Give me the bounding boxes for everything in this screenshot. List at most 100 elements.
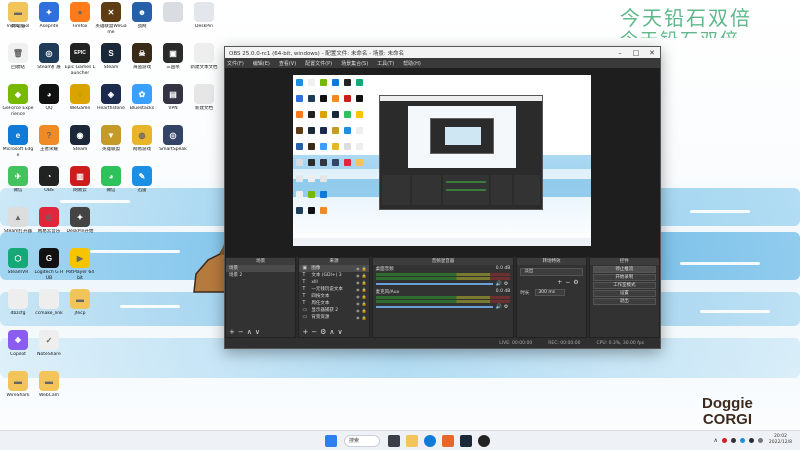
- desktop-icon[interactable]: ✈ 微信: [2, 166, 34, 194]
- obs-menu-item[interactable]: 工具(T): [377, 60, 394, 67]
- volume-icon[interactable]: [757, 437, 763, 443]
- obs-preview-canvas[interactable]: [293, 75, 591, 246]
- settings-button[interactable]: 设置: [592, 290, 656, 297]
- volume-slider-track[interactable]: [375, 306, 493, 308]
- desktop-icon[interactable]: ▤ VPN: [157, 84, 189, 112]
- source-item[interactable]: Txlll ◉ 🔒: [299, 279, 368, 286]
- eye-icon[interactable]: ◉: [356, 265, 360, 272]
- obs-menu-item[interactable]: 编辑(E): [253, 60, 270, 67]
- eye-icon[interactable]: ◉: [356, 300, 360, 307]
- desktop-icon[interactable]: ❖ Copilot: [2, 330, 34, 358]
- desktop-icon[interactable]: ✕ 英雄联盟WeGame: [95, 2, 127, 35]
- desktop-icon[interactable]: G Logitech G HUB: [33, 248, 65, 281]
- lock-icon[interactable]: 🔒: [362, 272, 367, 279]
- desktop-icon[interactable]: ▬ WireShark: [2, 371, 34, 399]
- taskbar-app-icon[interactable]: [442, 435, 454, 447]
- start-button-icon[interactable]: [325, 435, 337, 447]
- desktop-icon[interactable]: ▼ 英雄联盟: [95, 125, 127, 153]
- desktop-icon[interactable]: ✓ NoteShare: [33, 330, 65, 358]
- desktop-icon[interactable]: 🗑 回收站: [2, 43, 34, 71]
- speaker-icon[interactable]: 🔊: [496, 281, 502, 287]
- source-item[interactable]: T 一元钱玩说文本 ◉ 🔒: [299, 286, 368, 293]
- desktop-icon[interactable]: ▶ PotPlayer 64 bit: [64, 248, 96, 281]
- desktop-icon[interactable]: [157, 2, 189, 24]
- source-settings-icon[interactable]: ⚙: [320, 328, 329, 336]
- source-item[interactable]: T 四按文本 ◉ 🔒: [299, 293, 368, 300]
- tray-app-icon[interactable]: [739, 437, 745, 443]
- desktop-icon[interactable]: ▬ WebCam: [33, 371, 65, 399]
- scene-item[interactable]: 场景: [226, 265, 296, 272]
- source-item[interactable]: ▭ 显示器捕获 2 ◉ 🔒: [299, 307, 368, 314]
- taskbar-clock[interactable]: 20:02 2022/12/8: [769, 434, 792, 446]
- desktop-icon[interactable]: ◌ WeGame: [64, 84, 96, 112]
- desktop-icon[interactable]: ccmake_link: [33, 289, 65, 317]
- transition-settings-icon[interactable]: ⚙: [573, 279, 581, 286]
- desktop-icon[interactable]: ◈ Hearthstone: [95, 84, 127, 112]
- eye-icon[interactable]: ◉: [356, 314, 360, 321]
- desktop-icon[interactable]: ◎ Steam扩展: [33, 43, 65, 71]
- desktop-icon[interactable]: ◕ QQ: [33, 84, 65, 112]
- desktop-icon[interactable]: ☻ 战网: [126, 2, 158, 30]
- obs-menu-item[interactable]: 场景集合(S): [341, 60, 368, 67]
- taskbar-search[interactable]: 搜索: [344, 435, 380, 447]
- volume-slider[interactable]: 🔊 ⚙: [375, 281, 511, 287]
- eye-icon[interactable]: ◉: [356, 286, 360, 293]
- obs-menu-item[interactable]: 查看(V): [279, 60, 296, 67]
- start-recording-button[interactable]: 开始录制: [592, 274, 656, 281]
- obs-menu-item[interactable]: 配置文件(P): [305, 60, 332, 67]
- desktop-icon[interactable]: ● Firefox: [64, 2, 96, 30]
- obs-window[interactable]: OBS 25.0.0-rc1 (64-bit, windows) - 配置文件:…: [224, 46, 661, 349]
- eye-icon[interactable]: ◉: [356, 307, 360, 314]
- lock-icon[interactable]: 🔒: [362, 307, 367, 314]
- desktop-icon[interactable]: ◎ 网易云音乐: [33, 207, 65, 235]
- obs-menu-item[interactable]: 帮助(H): [403, 60, 421, 67]
- stop-streaming-button[interactable]: 停止推流: [592, 266, 656, 273]
- desktop-icon[interactable]: ▬ jfecp: [64, 289, 96, 317]
- minimize-icon[interactable]: –: [612, 49, 628, 57]
- desktop-icon[interactable]: 新建文档: [188, 84, 220, 112]
- speaker-icon[interactable]: 🔊: [496, 304, 502, 310]
- desktop-icon[interactable]: ▬ Video Tool: [2, 2, 34, 30]
- obs-menu-item[interactable]: 文件(F): [227, 60, 244, 67]
- desktop-icon[interactable]: ◕ 微信: [95, 166, 127, 194]
- tray-app-icon[interactable]: [748, 437, 754, 443]
- lock-icon[interactable]: 🔒: [362, 293, 367, 300]
- close-icon[interactable]: ✕: [644, 49, 660, 57]
- task-view-icon[interactable]: [388, 435, 400, 447]
- eye-icon[interactable]: ◉: [356, 272, 360, 279]
- add-source-icon[interactable]: +: [302, 328, 311, 336]
- desktop-icon[interactable]: ◎ SmartSpeak: [157, 125, 189, 153]
- desktop-icon[interactable]: ◉ Steam: [64, 125, 96, 153]
- exit-button[interactable]: 退出: [592, 298, 656, 305]
- tray-app-icon[interactable]: [721, 437, 727, 443]
- lock-icon[interactable]: 🔒: [362, 300, 367, 307]
- desktop-icon[interactable]: ◍ 网易游戏: [126, 125, 158, 153]
- transition-select[interactable]: 淡出: [520, 268, 583, 276]
- volume-slider[interactable]: 🔊 ⚙: [375, 304, 511, 310]
- file-explorer-icon[interactable]: [406, 435, 418, 447]
- desktop-icon[interactable]: ▲ Steam打开器: [2, 207, 34, 235]
- desktop-icon[interactable]: ☠ 海盗游戏: [126, 43, 158, 71]
- desktop-icon[interactable]: ✿ Bluestacks: [126, 84, 158, 112]
- desktop-icon[interactable]: ✎ 迅雷: [126, 166, 158, 194]
- desktop-icon[interactable]: EPIC Epic Games Launcher: [64, 43, 96, 76]
- source-item[interactable]: T 文本 (GDI+) 3 ◉ 🔒: [299, 272, 368, 279]
- desktop-icon[interactable]: ◆ GeForce Experience: [2, 84, 34, 117]
- desktop-icon[interactable]: e Microsoft Edge: [2, 125, 34, 158]
- source-item[interactable]: T 周任文本 ◉ 🔒: [299, 300, 368, 307]
- desktop-icon[interactable]: ▥ 网易云: [64, 166, 96, 194]
- taskbar-app-icon[interactable]: [460, 435, 472, 447]
- desktop-icon[interactable]: ◔ OBS: [33, 166, 65, 194]
- source-item[interactable]: ▣ 图像 ◉ 🔒: [299, 265, 369, 272]
- scene-item[interactable]: 场景 2: [226, 272, 295, 279]
- desktop-icon[interactable]: dbzcfg: [2, 289, 34, 317]
- eye-icon[interactable]: ◉: [356, 279, 360, 286]
- gear-icon[interactable]: ⚙: [504, 304, 508, 310]
- lock-icon[interactable]: 🔒: [362, 314, 367, 321]
- duration-input[interactable]: 300 ms: [535, 289, 566, 296]
- move-down-icon[interactable]: ∨: [337, 328, 345, 336]
- desktop-icon[interactable]: ⬡ SteamVR: [2, 248, 34, 276]
- desktop-icon[interactable]: 新建文本文档: [188, 43, 220, 71]
- studio-mode-button[interactable]: 工作室模式: [592, 282, 656, 289]
- tray-app-icon[interactable]: [730, 437, 736, 443]
